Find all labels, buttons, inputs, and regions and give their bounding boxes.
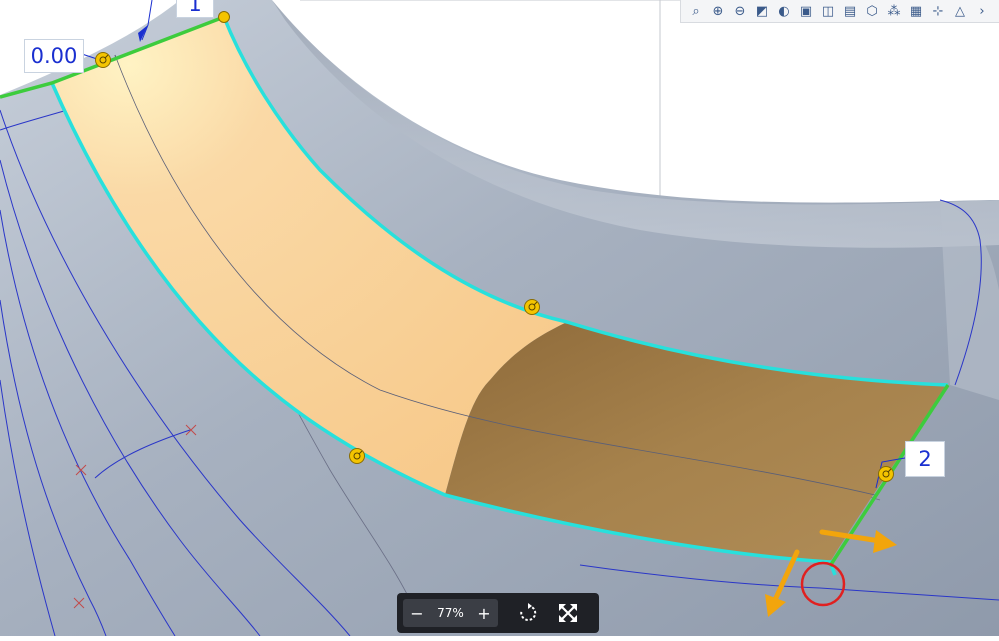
- fullscreen-icon: [559, 604, 577, 622]
- zoom-control-bar: − 77% +: [397, 593, 599, 633]
- dimension-value-label[interactable]: 0.00: [24, 39, 84, 73]
- rotate-icon: [520, 603, 537, 621]
- model-canvas[interactable]: [0, 0, 999, 637]
- zoom-level-readout: 77%: [437, 606, 464, 620]
- zoom-in-button[interactable]: +: [476, 604, 492, 623]
- handle: [95, 52, 111, 68]
- view-orientation-icon[interactable]: ◩: [751, 1, 773, 21]
- active-tool-icon[interactable]: ▦: [905, 1, 927, 21]
- handle: [524, 299, 540, 315]
- spin-center-icon[interactable]: △: [949, 1, 971, 21]
- display-style-icon[interactable]: ◫: [817, 1, 839, 21]
- chain-two-label[interactable]: 2: [905, 441, 945, 477]
- annotation-display-icon[interactable]: ⁂: [883, 1, 905, 21]
- saved-views-icon[interactable]: ▣: [795, 1, 817, 21]
- view-toolbar: ⌕ ⊕ ⊖ ◩ ◐ ▣ ◫ ▤ ⬡ ⁂ ▦ ⊹ △ ›: [680, 0, 999, 23]
- 3d-viewport[interactable]: 0.00 1 2: [0, 0, 999, 637]
- zoom-out-icon[interactable]: ⊖: [729, 1, 751, 21]
- datum-display-icon[interactable]: ⊹: [927, 1, 949, 21]
- zoom-group: − 77% +: [403, 599, 498, 627]
- fullscreen-button[interactable]: [548, 599, 588, 627]
- handle: [878, 466, 894, 482]
- zoom-out-button[interactable]: −: [409, 604, 425, 623]
- chain-one-label[interactable]: 1: [176, 0, 214, 18]
- zoom-in-icon[interactable]: ⊕: [707, 1, 729, 21]
- handle: [349, 448, 365, 464]
- appearance-icon[interactable]: ⬡: [861, 1, 883, 21]
- render-style-icon[interactable]: ◐: [773, 1, 795, 21]
- more-icon[interactable]: ›: [971, 1, 993, 21]
- rotate-button[interactable]: [508, 599, 548, 627]
- zoom-fit-icon[interactable]: ⌕: [685, 1, 707, 21]
- print-icon[interactable]: ▤: [839, 1, 861, 21]
- handle: [218, 11, 230, 23]
